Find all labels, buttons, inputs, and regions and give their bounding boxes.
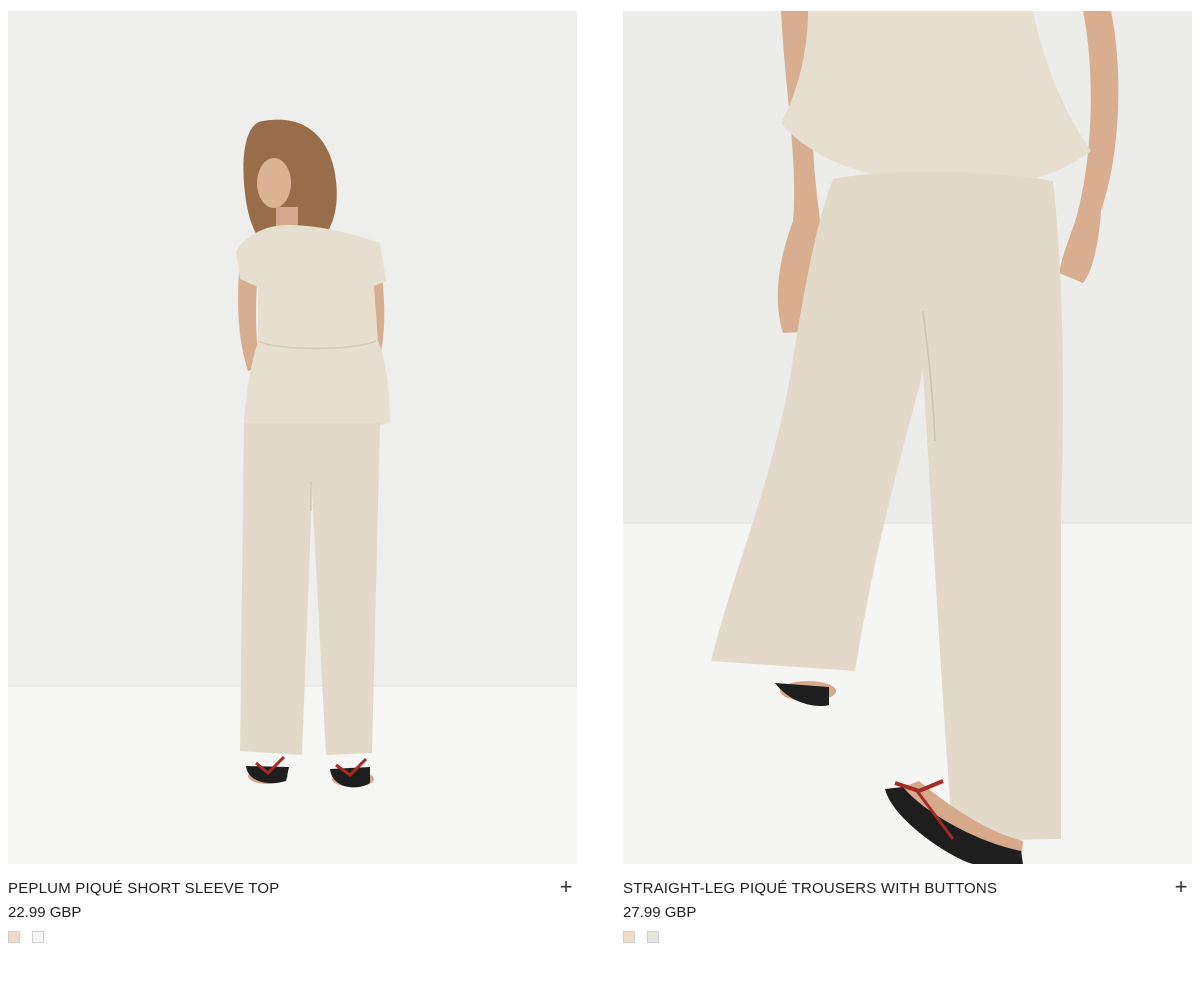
- color-swatches: [623, 931, 659, 943]
- color-swatches: [8, 931, 44, 943]
- product-price: 22.99 GBP: [8, 904, 82, 921]
- plus-icon[interactable]: +: [1172, 876, 1190, 898]
- color-swatch[interactable]: [647, 931, 659, 943]
- product-card[interactable]: STRAIGHT-LEG PIQUÉ TROUSERS WITH BUTTONS…: [623, 11, 1192, 959]
- product-image[interactable]: [8, 11, 577, 864]
- product-image[interactable]: [623, 11, 1192, 864]
- product-info: PEPLUM PIQUÉ SHORT SLEEVE TOP + 22.99 GB…: [8, 864, 577, 959]
- product-info: STRAIGHT-LEG PIQUÉ TROUSERS WITH BUTTONS…: [623, 864, 1192, 959]
- model-photo: [623, 11, 1192, 864]
- product-card[interactable]: PEPLUM PIQUÉ SHORT SLEEVE TOP + 22.99 GB…: [8, 11, 577, 959]
- product-name[interactable]: STRAIGHT-LEG PIQUÉ TROUSERS WITH BUTTONS: [623, 880, 997, 897]
- product-price: 27.99 GBP: [623, 904, 697, 921]
- plus-icon[interactable]: +: [557, 876, 575, 898]
- color-swatch[interactable]: [8, 931, 20, 943]
- model-photo: [8, 11, 577, 864]
- color-swatch[interactable]: [623, 931, 635, 943]
- product-name[interactable]: PEPLUM PIQUÉ SHORT SLEEVE TOP: [8, 880, 279, 897]
- color-swatch[interactable]: [32, 931, 44, 943]
